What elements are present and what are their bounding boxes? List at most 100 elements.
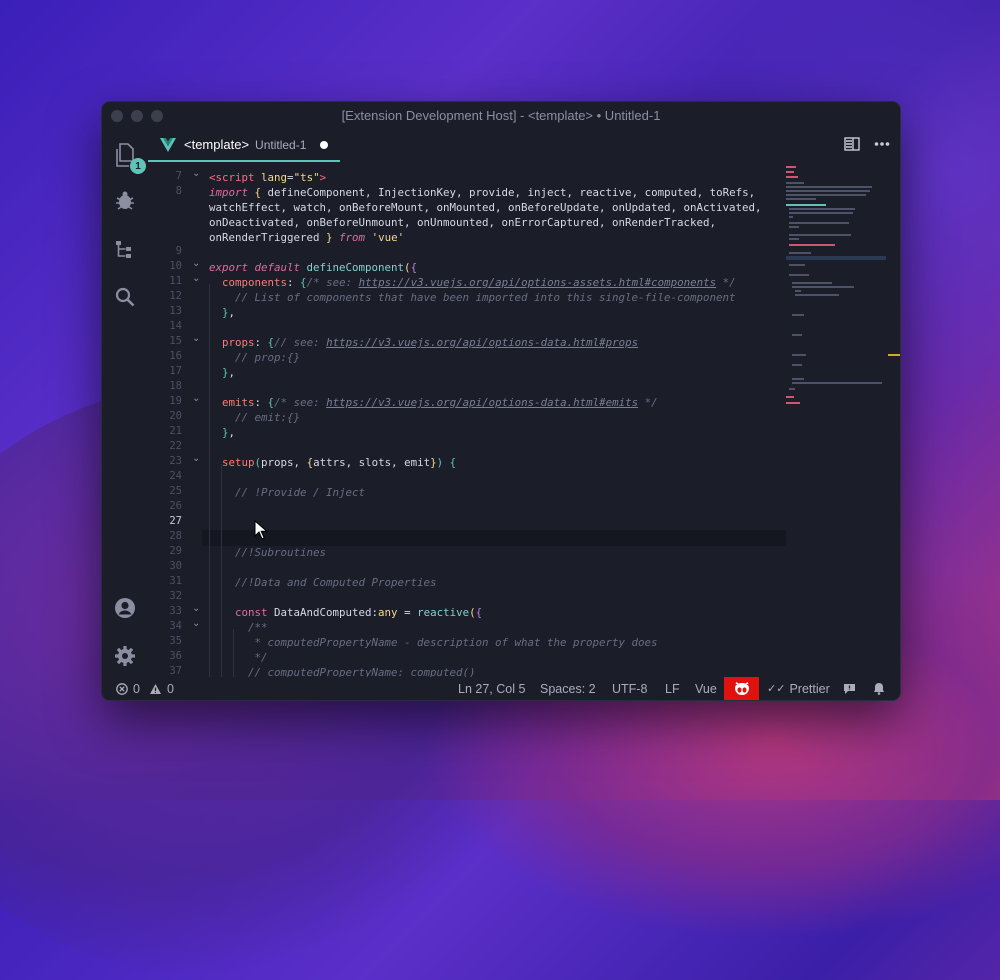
line-number: 24: [169, 470, 182, 482]
fold-chevron-icon[interactable]: ⌄: [192, 603, 200, 614]
code-line[interactable]: // emit:{}: [209, 410, 300, 425]
line-number: 30: [169, 560, 182, 572]
code-line[interactable]: emits: {/* see: https://v3.vuejs.org/api…: [209, 395, 658, 410]
fold-chevron-icon[interactable]: ⌄: [192, 333, 200, 344]
code-line[interactable]: },: [209, 305, 235, 320]
fold-chevron-icon[interactable]: ⌄: [192, 258, 200, 269]
line-number: 17: [169, 365, 182, 377]
line-number: 33: [169, 605, 182, 617]
line-number: 31: [169, 575, 182, 587]
tab-untitled-1[interactable]: <template> Untitled-1: [148, 129, 340, 162]
cursor-position[interactable]: Ln 27, Col 5: [458, 677, 525, 700]
double-check-icon: ✓✓: [767, 683, 786, 695]
fold-chevron-icon[interactable]: ⌄: [192, 618, 200, 629]
line-number: 26: [169, 500, 182, 512]
code-line[interactable]: // !Provide / Inject: [209, 485, 365, 500]
tab-description: Untitled-1: [255, 137, 307, 152]
code-line[interactable]: <script lang="ts">: [209, 170, 326, 185]
problems-indicator[interactable]: 0 0: [116, 677, 174, 700]
code-line[interactable]: onRenderTriggered } from 'vue': [209, 230, 404, 245]
code-line[interactable]: /**: [209, 620, 268, 635]
tab-label: <template>: [184, 137, 250, 152]
title-bar: [Extension Development Host] - <template…: [102, 102, 900, 129]
vue-file-icon: [160, 137, 176, 152]
extension-status-button[interactable]: [724, 677, 759, 700]
line-number: 7: [175, 170, 182, 182]
code-line[interactable]: onDeactivated, onBeforeUnmount, onUnmoun…: [209, 215, 716, 230]
line-number: 34: [169, 620, 182, 632]
code-line[interactable]: components: {/* see: https://v3.vuejs.or…: [209, 275, 736, 290]
code-line[interactable]: //!Data and Computed Properties: [209, 575, 437, 590]
line-number: 32: [169, 590, 182, 602]
line-number: 29: [169, 545, 182, 557]
window-title: [Extension Development Host] - <template…: [341, 108, 661, 123]
more-actions-icon[interactable]: [874, 141, 890, 147]
minimize-window-button[interactable]: [131, 110, 143, 122]
explorer-badge: 1: [130, 158, 146, 174]
scrollbar-marker: [888, 354, 900, 356]
line-number: 18: [169, 380, 182, 392]
code-line[interactable]: import { defineComponent, InjectionKey, …: [209, 185, 755, 200]
code-line[interactable]: // List of components that have been imp…: [209, 290, 736, 305]
unsaved-dot-icon[interactable]: [320, 140, 329, 149]
code-line[interactable]: * computedPropertyName - description of …: [209, 635, 658, 650]
line-number: 15: [169, 335, 182, 347]
code-line[interactable]: },: [209, 425, 235, 440]
line-number: 25: [169, 485, 182, 497]
line-number: 19: [169, 395, 182, 407]
notifications-bell-icon[interactable]: [873, 677, 885, 700]
account-icon[interactable]: [111, 594, 139, 622]
fold-chevron-icon[interactable]: ⌄: [192, 453, 200, 464]
line-number: 9: [175, 245, 182, 257]
eol-setting[interactable]: LF: [665, 677, 680, 700]
vscode-window: [Extension Development Host] - <template…: [101, 101, 901, 701]
feedback-icon[interactable]: [843, 677, 856, 700]
code-line[interactable]: export default defineComponent({: [209, 260, 417, 275]
code-editor[interactable]: 7 ⌄ 8 9 10 ⌄ 11 ⌄ 12 13 14 15 ⌄ 16 17 18 19 ⌄ 20 21 22 23 ⌄ 24 2…: [148, 164, 900, 677]
search-icon[interactable]: [111, 283, 139, 311]
error-count: 0: [133, 681, 140, 696]
line-number: 27: [169, 515, 182, 527]
activity-bar: 1: [102, 129, 148, 677]
status-bar: 0 0 Ln 27, Col 5 Spaces: 2 UTF-8 LF Vue …: [102, 677, 900, 700]
close-window-button[interactable]: [111, 110, 123, 122]
source-tree-icon[interactable]: [111, 235, 139, 263]
code-line[interactable]: },: [209, 365, 235, 380]
code-line[interactable]: */: [209, 650, 268, 665]
indentation-setting[interactable]: Spaces: 2: [540, 677, 596, 700]
settings-gear-icon[interactable]: [111, 642, 139, 670]
line-number: 11: [169, 275, 182, 287]
line-number: 35: [169, 635, 182, 647]
debug-icon[interactable]: [111, 187, 139, 215]
code-line[interactable]: setup(props, {attrs, slots, emit}) {: [209, 455, 456, 470]
editor-tab-bar: <template> Untitled-1: [148, 129, 900, 164]
code-line[interactable]: // prop:{}: [209, 350, 300, 365]
language-mode[interactable]: Vue: [695, 677, 717, 700]
explorer-icon[interactable]: 1: [111, 141, 146, 174]
code-line[interactable]: props: {// see: https://v3.vuejs.org/api…: [209, 335, 638, 350]
line-number: 22: [169, 440, 182, 452]
prettier-status[interactable]: ✓✓ Prettier: [767, 677, 830, 700]
line-number: 14: [169, 320, 182, 332]
current-line-highlight: [202, 530, 786, 546]
code-line[interactable]: watchEffect, watch, onBeforeMount, onMou…: [209, 200, 762, 215]
encoding-setting[interactable]: UTF-8: [612, 677, 647, 700]
line-number: 37: [169, 665, 182, 677]
zoom-window-button[interactable]: [151, 110, 163, 122]
split-editor-icon[interactable]: [844, 137, 860, 151]
fold-chevron-icon[interactable]: ⌄: [192, 273, 200, 284]
code-line[interactable]: //!Subroutines: [209, 545, 326, 560]
warning-count: 0: [166, 681, 174, 696]
line-number: 36: [169, 650, 182, 662]
line-number: 21: [169, 425, 182, 437]
fold-chevron-icon[interactable]: ⌄: [192, 168, 200, 179]
fold-chevron-icon[interactable]: ⌄: [192, 393, 200, 404]
mouse-cursor-icon: [254, 520, 268, 540]
line-number: 20: [169, 410, 182, 422]
line-number: 12: [169, 290, 182, 302]
code-line[interactable]: // computedPropertyName: computed(): [209, 665, 476, 677]
window-controls: [111, 110, 163, 122]
code-line[interactable]: const DataAndComputed:any = reactive({: [209, 605, 482, 620]
minimap[interactable]: [786, 164, 886, 677]
line-number: 8: [175, 185, 182, 197]
